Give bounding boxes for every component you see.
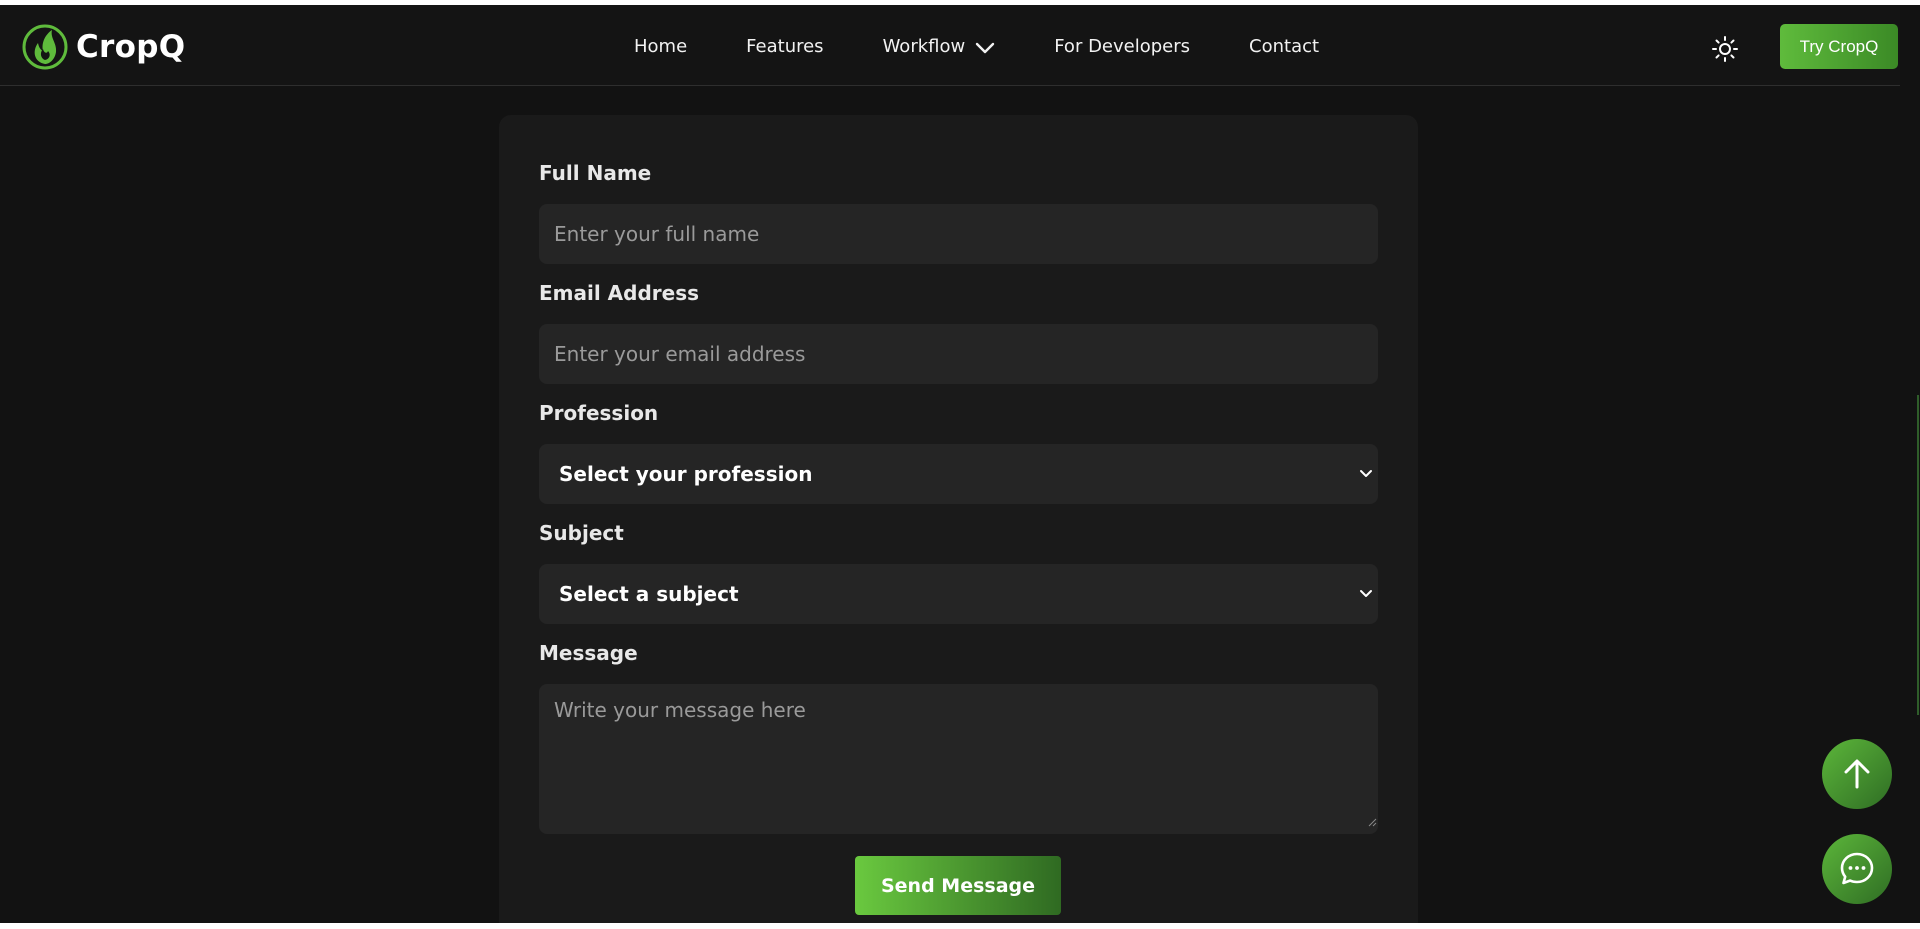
nav-home[interactable]: Home [634, 36, 687, 57]
contact-form-card: Full Name Email Address Profession Selec… [499, 115, 1418, 928]
chat-button[interactable] [1822, 834, 1892, 904]
page-bottom-strip [0, 923, 1920, 929]
scroll-track [1900, 5, 1920, 928]
email-label: Email Address [539, 281, 700, 305]
nav-for-developers[interactable]: For Developers [1054, 36, 1190, 57]
chevron-down-icon [1360, 590, 1372, 597]
nav-workflow-label: Workflow [882, 36, 966, 57]
subject-select[interactable]: Select a subject [539, 564, 1378, 624]
nav-contact[interactable]: Contact [1249, 36, 1319, 57]
message-textarea[interactable] [539, 684, 1378, 834]
nav-features[interactable]: Features [746, 36, 823, 57]
flame-leaf-logo-icon [22, 24, 68, 70]
full-name-label: Full Name [539, 161, 652, 185]
brand-name: CropQ [76, 29, 186, 65]
profession-label: Profession [539, 401, 659, 425]
scroll-accent [1917, 395, 1919, 715]
sun-icon [1712, 36, 1738, 62]
brand[interactable]: CropQ [22, 24, 185, 70]
resize-grip-icon[interactable] [1367, 817, 1377, 827]
subject-label: Subject [539, 521, 624, 545]
theme-toggle-button[interactable] [1711, 35, 1739, 67]
message-label: Message [539, 641, 638, 665]
profession-select[interactable]: Select your profession [539, 444, 1378, 504]
main-nav: Home Features Workflow For Developers Co… [634, 36, 1319, 57]
chevron-down-icon [976, 42, 995, 54]
try-cropq-button[interactable]: Try CropQ [1780, 24, 1898, 69]
subject-selected-value: Select a subject [559, 582, 739, 606]
scroll-to-top-button[interactable] [1822, 739, 1892, 809]
send-message-button[interactable]: Send Message [855, 856, 1061, 915]
full-name-input[interactable] [539, 204, 1378, 264]
email-input[interactable] [539, 324, 1378, 384]
nav-workflow-dropdown[interactable]: Workflow [883, 36, 996, 57]
top-navbar: CropQ Home Features Workflow For Develop… [0, 5, 1900, 86]
page-viewport: CropQ Home Features Workflow For Develop… [0, 5, 1920, 928]
profession-selected-value: Select your profession [559, 462, 813, 486]
chat-bubble-icon [1840, 852, 1874, 885]
arrow-up-icon [1844, 759, 1870, 789]
chevron-down-icon [1360, 470, 1372, 477]
